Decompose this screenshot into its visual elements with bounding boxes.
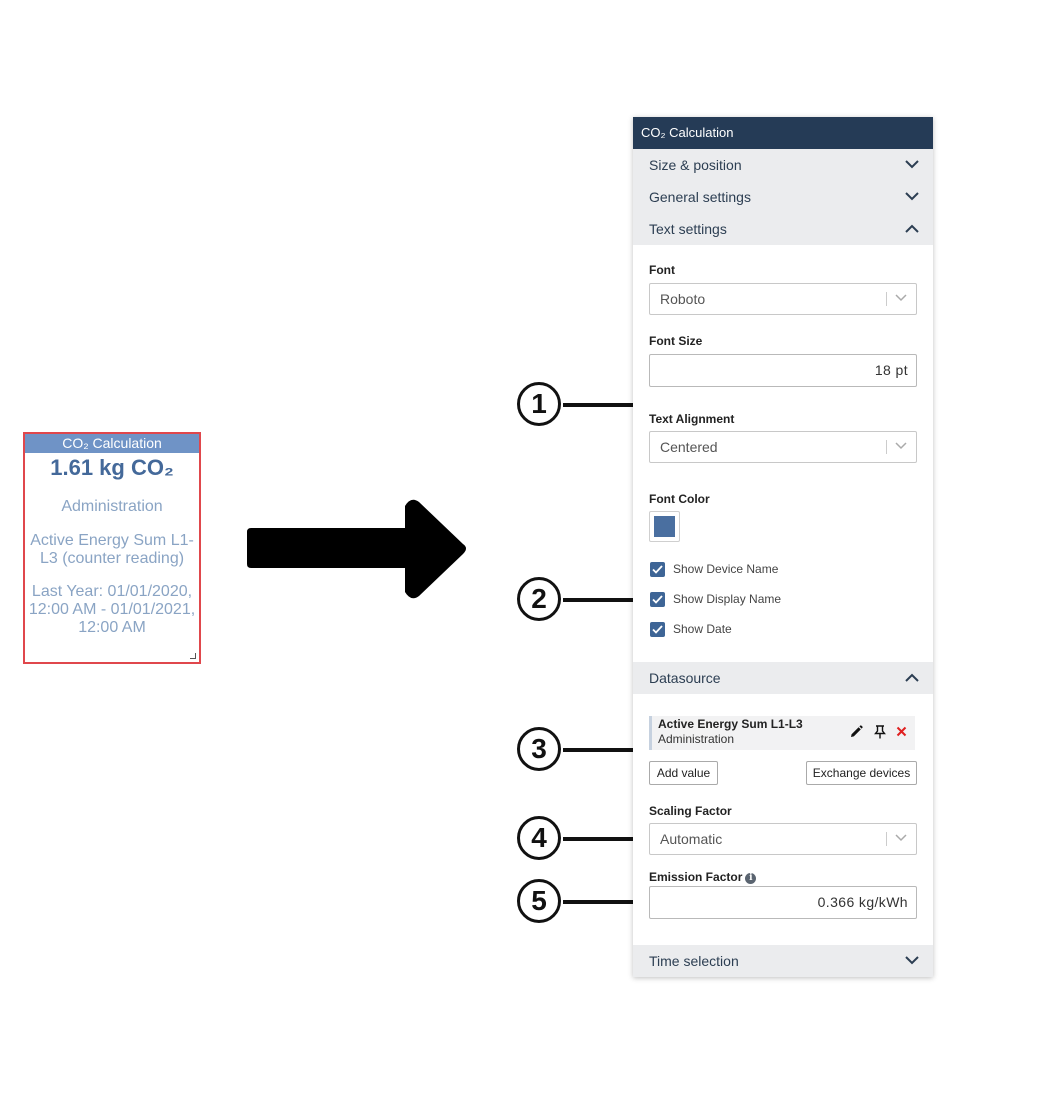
scaling-factor-select[interactable]: Automatic — [649, 823, 917, 855]
font-color-swatch — [654, 516, 675, 537]
text-alignment-select[interactable]: Centered — [649, 431, 917, 463]
font-size-label: Font Size — [649, 334, 703, 348]
show-date-label: Show Date — [673, 622, 732, 636]
show-display-name-label: Show Display Name — [673, 592, 782, 606]
section-time-selection[interactable]: Time selection — [633, 945, 933, 977]
callout-1-line — [563, 403, 641, 407]
remove-icon[interactable] — [896, 726, 907, 737]
chevron-down-icon — [895, 294, 907, 302]
widget-title: CO₂ Calculation — [25, 434, 199, 453]
chevron-down-icon — [905, 160, 919, 169]
pin-icon[interactable] — [874, 725, 886, 739]
section-label: Time selection — [649, 953, 739, 969]
text-alignment-value: Centered — [660, 439, 718, 455]
font-select[interactable]: Roboto — [649, 283, 917, 315]
section-label: General settings — [649, 189, 751, 205]
callout-4: 4 — [517, 816, 561, 860]
widget-date: Last Year: 01/01/2020, 12:00 AM - 01/01/… — [28, 583, 196, 636]
callout-5: 5 — [517, 879, 561, 923]
chevron-down-icon — [895, 834, 907, 842]
exchange-devices-button[interactable]: Exchange devices — [806, 761, 917, 785]
font-size-input[interactable]: 18 pt — [649, 354, 917, 387]
scaling-factor-value: Automatic — [660, 831, 723, 847]
section-label: Size & position — [649, 157, 742, 173]
widget-value: 1.61 kg CO₂ — [50, 455, 174, 480]
settings-panel: CO₂ Calculation Size & position General … — [633, 117, 933, 977]
datasource-item-title: Active Energy Sum L1-L3 — [658, 717, 803, 731]
add-value-button[interactable]: Add value — [649, 761, 718, 785]
callout-3-line — [563, 748, 641, 752]
pencil-icon[interactable] — [849, 725, 863, 739]
callout-3: 3 — [517, 727, 561, 771]
chevron-down-icon — [905, 192, 919, 201]
text-alignment-label: Text Alignment — [649, 412, 735, 426]
section-label: Text settings — [649, 221, 727, 237]
section-datasource[interactable]: Datasource — [633, 662, 933, 694]
callout-5-line — [563, 900, 643, 904]
datasource-item[interactable]: Active Energy Sum L1-L3 Administration — [649, 716, 915, 750]
section-label: Datasource — [649, 670, 721, 686]
section-general-settings[interactable]: General settings — [633, 181, 933, 213]
section-text-settings[interactable]: Text settings — [633, 213, 933, 245]
checkbox-checked-icon[interactable] — [650, 622, 665, 637]
callout-2-line — [563, 598, 641, 602]
emission-factor-input[interactable]: 0.366 kg/kWh — [649, 886, 917, 919]
checkbox-checked-icon[interactable] — [650, 562, 665, 577]
checkbox-checked-icon[interactable] — [650, 592, 665, 607]
chevron-down-icon — [895, 442, 907, 450]
show-device-name-label: Show Device Name — [673, 562, 779, 576]
emission-factor-label: Emission Factor i — [649, 870, 757, 884]
widget-device-name: Administration — [61, 498, 163, 515]
widget-display-name: Active Energy Sum L1-L3 (counter reading… — [30, 532, 194, 567]
chevron-down-icon — [905, 956, 919, 965]
font-color-label: Font Color — [649, 492, 710, 506]
font-select-value: Roboto — [660, 291, 706, 307]
emission-factor-label-text: Emission Factor — [649, 870, 743, 884]
co2-widget-preview[interactable]: CO₂ Calculation 1.61 kg CO₂ Administrati… — [23, 432, 201, 664]
font-label: Font — [649, 263, 675, 277]
datasource-item-subtitle: Administration — [658, 732, 735, 746]
callout-4-line — [563, 837, 643, 841]
panel-title: CO₂ Calculation — [633, 117, 933, 149]
callout-1: 1 — [517, 382, 561, 426]
arrow-right-icon — [247, 499, 466, 599]
chevron-up-icon — [905, 224, 919, 233]
section-size-position[interactable]: Size & position — [633, 149, 933, 181]
resize-handle-icon[interactable] — [190, 653, 196, 659]
scaling-factor-label: Scaling Factor — [649, 804, 732, 818]
chevron-up-icon — [905, 673, 919, 682]
info-icon[interactable]: i — [745, 873, 757, 884]
font-color-picker[interactable] — [649, 511, 680, 542]
callout-2: 2 — [517, 577, 561, 621]
